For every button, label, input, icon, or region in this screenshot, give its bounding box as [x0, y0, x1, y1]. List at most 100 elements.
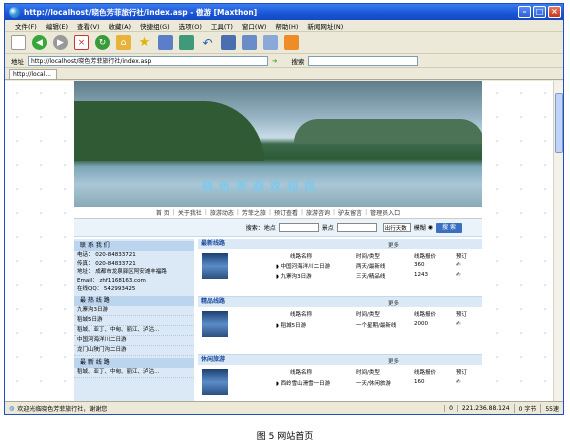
- maximize-button[interactable]: □: [533, 6, 546, 18]
- back-icon[interactable]: ◀: [32, 35, 47, 50]
- book-icon[interactable]: ✍: [456, 262, 476, 270]
- site-search-row: 搜索： 地点 景点 出行天数 模糊 ◉ 搜 索: [74, 219, 482, 237]
- menu-options[interactable]: 选项(O): [179, 21, 202, 31]
- route-time: 两天/最新线: [356, 264, 386, 270]
- menu-news[interactable]: 新闻网址(N): [307, 21, 343, 31]
- favorites-star-icon[interactable]: ★: [137, 35, 152, 50]
- status-globe-icon: ◍: [9, 404, 15, 412]
- col-price: 线路报价: [414, 312, 437, 318]
- fuzzy-radio-icon[interactable]: ◉: [428, 224, 433, 231]
- layout-icon[interactable]: [221, 35, 236, 50]
- top-route-item[interactable]: 中国河海洋川二日游: [74, 336, 194, 346]
- minimize-button[interactable]: –: [518, 6, 531, 18]
- contact-phone: 电话： 020-84833721: [77, 252, 136, 258]
- column-header: 线路名称 时间/类型 线路报价 预订: [276, 310, 482, 318]
- nav-admin[interactable]: 管理员入口: [367, 208, 403, 217]
- route-price: 1243: [414, 272, 428, 278]
- place-input[interactable]: [278, 223, 319, 232]
- top-route-item[interactable]: 稻城5日游: [74, 316, 194, 326]
- figure-caption: 图 5 网站首页: [256, 432, 314, 442]
- menu-window[interactable]: 窗口(W): [242, 21, 267, 31]
- menu-favorites[interactable]: 收藏(A): [109, 21, 132, 31]
- scroll-thumb[interactable]: [555, 93, 563, 153]
- home-icon[interactable]: ⌂: [116, 35, 131, 50]
- nav-home[interactable]: 首 页: [153, 208, 173, 217]
- route-name[interactable]: ◗ 九寨沟3日游: [276, 272, 356, 280]
- section-title-text: 精品线路: [201, 298, 226, 305]
- section-leisure: 休闲旅游 更多 线路名称 时间/类型 线路报价 预订 ◗ 西岭雪山滑雪一日游 一天…: [198, 355, 482, 403]
- menu-groups[interactable]: 快捷组(G): [140, 21, 170, 31]
- col-book: 预订: [456, 254, 468, 260]
- maxthon-icon: [9, 6, 20, 18]
- menu-tools[interactable]: 工具(T): [211, 21, 233, 31]
- nav-news[interactable]: 旅游动态: [207, 208, 237, 217]
- spot-input[interactable]: [336, 223, 377, 232]
- route-thumbnail[interactable]: [202, 311, 228, 337]
- place-label: 地点: [263, 225, 276, 232]
- top-route-item[interactable]: 九寨沟3日游: [74, 306, 194, 316]
- url-input[interactable]: http://localhost/晓色芳菲旅行社/index.asp: [28, 55, 268, 66]
- nav-consult[interactable]: 旅游咨询: [303, 208, 333, 217]
- contact-email: Email： zhf1168163.com: [77, 277, 146, 284]
- fuzzy-label: 模糊: [413, 225, 426, 232]
- window-title: http://localhost/晓色芳菲旅行社/index.asp - 傲游 …: [24, 7, 258, 17]
- book-icon[interactable]: ✍: [456, 379, 476, 387]
- contact-qq: 在线QQ： 542993425: [77, 286, 136, 292]
- browser-search-input[interactable]: [308, 55, 419, 66]
- route-thumbnail[interactable]: [202, 369, 228, 395]
- status-bar: ◍ 欢迎光临晓色芳菲旅行社，谢谢您 0 221.236.88.124 0 字节 …: [5, 401, 563, 414]
- new-route-item[interactable]: 稻城、亚丁、中甸、丽江、泸沽…: [74, 368, 194, 378]
- route-thumbnail[interactable]: [202, 253, 228, 279]
- route-time: 一个星期/最新线: [356, 323, 397, 329]
- menu-help[interactable]: 帮助(H): [275, 21, 298, 31]
- more-link[interactable]: 更多: [388, 357, 399, 367]
- col-book: 预订: [456, 312, 468, 318]
- col-name: 线路名称: [290, 312, 313, 318]
- menu-file[interactable]: 文件(F): [15, 21, 37, 31]
- section-boutique: 精品线路 更多 线路名称 时间/类型 线路报价 预订 ◗ 稻城5日游 一个星期/最…: [198, 297, 482, 355]
- route-name[interactable]: ◗ 稻城5日游: [276, 321, 356, 329]
- route-name[interactable]: ◗ 中国河海洋川二日游: [276, 262, 356, 270]
- nav-bookings[interactable]: 预订查看: [271, 208, 301, 217]
- refresh-icon[interactable]: ↻: [95, 35, 110, 50]
- menu-bar: 文件(F) 编辑(E) 查看(V) 收藏(A) 快捷组(G) 选项(O) 工具(…: [5, 20, 563, 32]
- undo-icon[interactable]: ↶: [200, 35, 215, 50]
- section-latest: 最新线路 更多 线路名称 时间/类型 线路报价 预订 ◗ 中国河海洋川二日游 两天…: [198, 239, 482, 297]
- column-header: 线路名称 时间/类型 线路报价 预订: [276, 252, 482, 260]
- vertical-scrollbar[interactable]: [553, 81, 563, 403]
- menu-edit[interactable]: 编辑(E): [46, 21, 68, 31]
- section-title-text: 休闲旅游: [201, 356, 226, 363]
- screen-capture-icon[interactable]: [179, 35, 194, 50]
- nav-about[interactable]: 关于我社: [175, 208, 205, 217]
- top-route-item[interactable]: 稻城、亚丁、中甸、丽江、泸沽…: [74, 326, 194, 336]
- top-route-item[interactable]: 龙门山陕门沟二日游: [74, 346, 194, 356]
- menu-view[interactable]: 查看(V): [77, 21, 100, 31]
- stop-icon[interactable]: ×: [74, 35, 89, 50]
- status-speed: 55速: [540, 403, 563, 413]
- more-link[interactable]: 更多: [388, 241, 399, 251]
- close-button[interactable]: ×: [548, 6, 561, 18]
- sidebar-icon[interactable]: [242, 35, 257, 50]
- forward-icon[interactable]: ▶: [53, 35, 68, 50]
- top-routes-title: 最 热 线 路: [80, 296, 110, 304]
- column-header: 线路名称 时间/类型 线路报价 预订: [276, 368, 482, 376]
- rss-icon[interactable]: [284, 35, 299, 50]
- section-title-text: 最新线路: [201, 240, 226, 247]
- nav-trips[interactable]: 芳菲之旅: [239, 208, 269, 217]
- nav-guestbook[interactable]: 驴友留言: [335, 208, 365, 217]
- go-icon[interactable]: ➔: [272, 57, 277, 65]
- groups-icon[interactable]: [158, 35, 173, 50]
- tab-current[interactable]: http://local...: [9, 69, 57, 79]
- col-price: 线路报价: [414, 254, 437, 260]
- book-icon[interactable]: ✍: [456, 272, 476, 280]
- more-link[interactable]: 更多: [388, 299, 399, 309]
- book-icon[interactable]: ✍: [456, 321, 476, 329]
- days-select[interactable]: 出行天数: [382, 223, 411, 232]
- title-bar: http://localhost/晓色芳菲旅行社/index.asp - 傲游 …: [5, 4, 563, 20]
- new-routes-title: 最 新 线 路: [80, 358, 110, 366]
- route-name[interactable]: ◗ 西岭雪山滑雪一日游: [276, 379, 356, 387]
- window-icon[interactable]: [263, 35, 278, 50]
- new-page-icon[interactable]: [11, 35, 26, 50]
- site-search-button[interactable]: 搜 索: [436, 222, 462, 233]
- top-routes-header: 最 热 线 路: [74, 295, 194, 306]
